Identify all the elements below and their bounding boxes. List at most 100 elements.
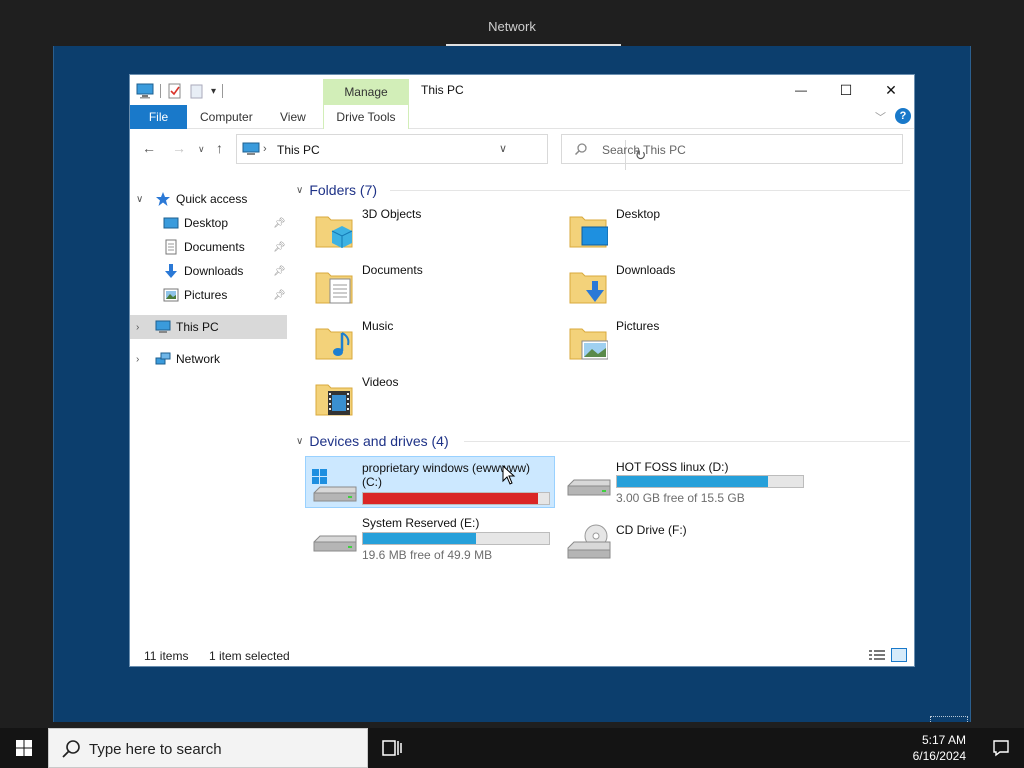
address-bar[interactable]: › This PC ∨ ↻ [236,134,646,170]
task-view-icon[interactable] [380,738,404,758]
properties-icon[interactable] [167,83,183,99]
drive-free-space: 3.00 GB free of 15.5 GB [616,491,745,505]
nav-label: Pictures [184,288,228,302]
details-view-icon[interactable] [869,649,885,661]
drive-item-e[interactable]: System Reserved (E:) 19.6 MB free of 49.… [306,512,556,564]
arrow-left-icon: ← [142,140,156,156]
hard-drive-icon [567,479,611,496]
tab-drive-tools[interactable]: Drive Tools [323,105,409,129]
folder-item[interactable]: Videos [306,373,546,425]
group-header-folders[interactable]: ∨ Folders (7) [296,180,910,200]
nav-label: Desktop [184,216,229,230]
drive-item-c[interactable]: proprietary windows (ewwwww) (C:) [305,456,555,508]
group-divider [390,190,910,191]
nav-item-desktop[interactable]: Desktop 📌︎ [130,211,287,235]
nav-item-downloads[interactable]: Downloads 📌︎ [130,259,287,283]
drive-name: System Reserved (E:) [362,516,480,530]
nav-quick-access[interactable]: ∨ Quick access [130,187,287,211]
breadcrumb-separator[interactable]: › [263,143,267,155]
nav-item-documents[interactable]: Documents 📌︎ [130,235,287,259]
nav-this-pc[interactable]: › This PC [130,315,287,339]
windows-drive-icon [312,469,357,502]
search-placeholder: Search This PC [602,143,686,157]
chevron-down-icon: ∨ [198,144,205,154]
minimize-button[interactable]: — [778,75,824,105]
selection-count: 1 item selected [209,649,290,663]
nav-item-pictures[interactable]: Pictures 📌︎ [130,283,287,307]
taskbar-search[interactable]: Type here to search [48,728,368,768]
windows-logo-icon [16,740,32,756]
folder-label: Desktop [616,207,661,221]
close-icon: ✕ [885,81,897,98]
folder-item[interactable]: Music [306,317,546,369]
clock-time: 5:17 AM [921,733,966,747]
nav-label: Quick access [176,192,248,206]
large-icons-view-icon[interactable] [891,648,907,662]
drive-name: CD Drive (F:) [616,523,687,537]
download-arrow-icon [165,264,177,278]
folder-item[interactable]: Pictures [560,317,800,369]
address-dropdown-icon[interactable]: ∨ [499,142,507,155]
cd-drive-icon [567,524,611,559]
chevron-down-icon[interactable]: ∨ [296,436,303,447]
item-count: 11 items [144,649,189,663]
folder-label: Videos [362,375,399,389]
taskbar: Type here to search 5:17 AM 6/16/2024 [0,728,1024,768]
drive-free-space: 19.6 MB free of 49.9 MB [362,548,493,562]
computer-icon [136,83,154,99]
search-icon [574,143,587,156]
pin-icon[interactable]: 📌︎ [273,218,286,229]
nav-network[interactable]: › Network [130,347,287,371]
breadcrumb-this-pc[interactable]: This PC [277,143,320,157]
group-header-devices[interactable]: ∨ Devices and drives (4) [296,431,910,451]
start-button[interactable] [0,728,48,768]
new-folder-icon[interactable] [189,83,205,99]
pin-icon[interactable]: 📌︎ [273,290,286,301]
action-center-button[interactable] [978,728,1024,768]
folder-label: Pictures [616,319,660,333]
folder-label: Documents [362,263,423,277]
help-icon[interactable]: ? [895,108,911,124]
drive-item-f[interactable]: CD Drive (F:) [560,512,810,564]
qat-separator [222,84,224,98]
quick-access-toolbar: ▾ [136,81,224,101]
drive-usage-bar [616,475,804,488]
nav-label: Documents [184,240,245,254]
forward-button[interactable]: → [172,140,186,156]
tab-computer[interactable]: Computer [200,105,253,129]
close-button[interactable]: ✕ [868,75,914,105]
pin-icon[interactable]: 📌︎ [273,242,286,253]
drive-usage-fill [617,476,768,487]
chevron-down-icon[interactable]: ∨ [136,194,143,205]
music-folder-icon [315,328,353,360]
drive-item-d[interactable]: HOT FOSS linux (D:) 3.00 GB free of 15.5… [560,456,810,508]
notification-icon [993,740,1009,757]
qat-dropdown-icon[interactable]: ▾ [211,86,216,97]
search-icon [62,740,80,758]
folder-item[interactable]: 3D Objects [306,205,546,257]
ribbon-tabs: File Computer View Drive Tools ﹀ ? [130,105,914,129]
chevron-right-icon[interactable]: › [136,354,139,365]
computer-icon [155,320,171,333]
title-bar[interactable]: ▾ Manage This PC — ☐ ✕ [130,75,914,105]
folder-item[interactable]: Documents [306,261,546,313]
pin-icon[interactable]: 📌︎ [273,266,286,277]
tab-manage[interactable]: Manage [323,79,409,105]
search-box[interactable]: Search This PC [561,134,903,164]
folder-item[interactable]: Downloads [560,261,800,313]
recent-locations-button[interactable]: ∨ [198,144,205,155]
chevron-down-icon[interactable]: ∨ [296,185,303,196]
chevron-right-icon[interactable]: › [136,322,139,333]
drive-usage-bar [362,492,550,505]
system-clock[interactable]: 5:17 AM 6/16/2024 [900,732,966,764]
up-button[interactable]: ↑ [216,140,223,156]
window-title: This PC [421,83,464,97]
maximize-button[interactable]: ☐ [823,75,869,105]
computer-icon [242,142,260,155]
back-button[interactable]: ← [142,140,156,156]
tab-file[interactable]: File [130,105,187,129]
folder-item[interactable]: Desktop [560,205,800,257]
expand-ribbon-icon[interactable]: ﹀ [875,109,886,125]
tab-view[interactable]: View [280,105,306,129]
hard-drive-icon [313,535,357,552]
